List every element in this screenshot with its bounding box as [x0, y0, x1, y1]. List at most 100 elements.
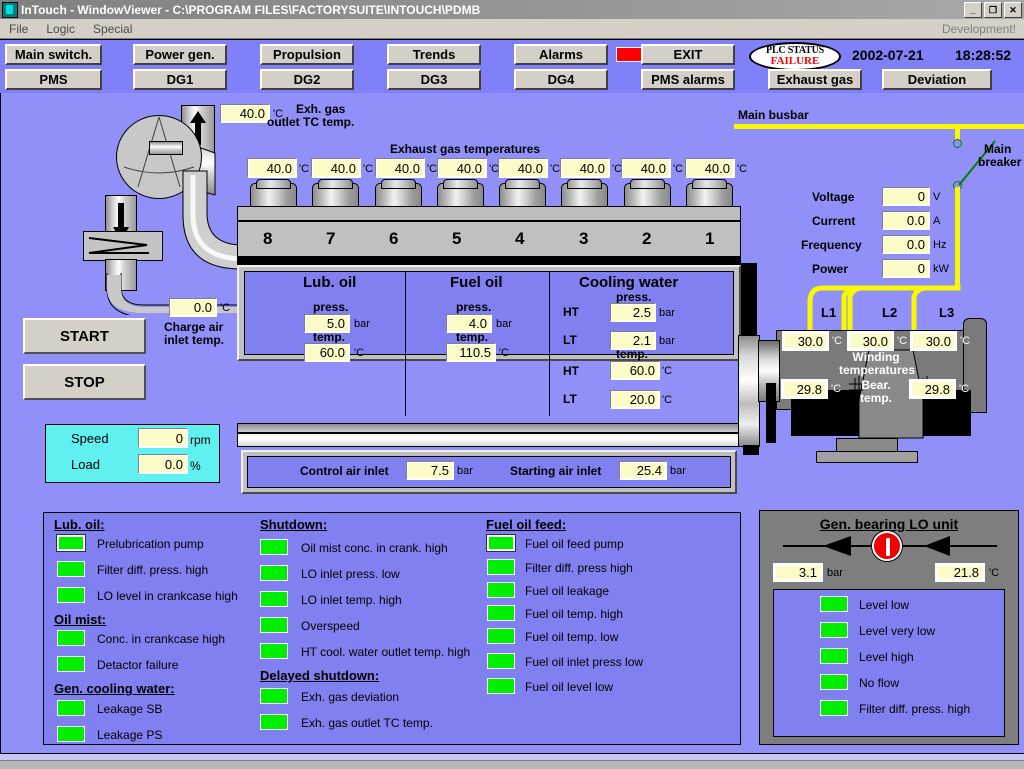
starting-air-unit: bar: [670, 465, 686, 477]
nav-button-propulsion[interactable]: Propulsion: [260, 44, 354, 65]
exh-temp-cyl6-unit: 'C: [427, 163, 438, 175]
exh-temp-cyl4-unit: 'C: [550, 163, 561, 175]
nav-button-pms-alarms[interactable]: PMS alarms: [641, 69, 735, 90]
main-breaker-label-2: breaker: [978, 155, 1022, 169]
indicator-fuel-oil-inlet-press-low[interactable]: [487, 653, 515, 669]
indicator-sd-overspeed[interactable]: [260, 617, 288, 633]
indicator-leakage-ps[interactable]: [57, 726, 85, 742]
nav-button-pms[interactable]: PMS: [5, 69, 102, 90]
cylinder-number-4: 4: [515, 229, 525, 248]
exh-temp-cyl6: 40.0: [375, 158, 425, 178]
indicator-label-lo-filter-diff-press-high: Filter diff. press. high: [97, 563, 209, 577]
indicator-label-lo-level-low: Level low: [859, 598, 910, 612]
indicator-detector-failure[interactable]: [57, 656, 85, 672]
indicator-fo-filter-diff-press-high[interactable]: [487, 559, 515, 575]
indicator-sd-lo-inlet-press-low[interactable]: [260, 565, 288, 581]
lub-oil-temp-value: 60.0: [304, 343, 350, 362]
indicator-dsd-exh-gas-deviation[interactable]: [260, 688, 288, 704]
nav-button-dg2[interactable]: DG2: [260, 69, 354, 90]
restore-icon[interactable]: ❐: [984, 2, 1002, 18]
nav-button-dg1[interactable]: DG1: [133, 69, 227, 90]
charge-air-label-2: inlet temp.: [164, 333, 225, 347]
phase-label-l1: L1: [821, 305, 837, 320]
indicator-fuel-oil-temp-high[interactable]: [487, 605, 515, 621]
indicator-sd-ht-water-outlet-temp-high[interactable]: [260, 643, 288, 659]
engine-upper-rail: [237, 206, 741, 221]
flow-arrow-right-icon: [924, 536, 950, 556]
nav-button-exit[interactable]: EXIT: [641, 44, 735, 65]
charge-air-temp-unit: 'C: [220, 302, 231, 314]
indicator-leakage-sb[interactable]: [57, 700, 85, 716]
frequency-value: 0.0: [882, 235, 930, 254]
winding-temps-label-2: temperatures: [838, 363, 916, 377]
indicator-label-lo-level-very-low: Level very low: [859, 624, 936, 638]
cw-temp-lt-label: LT: [563, 392, 577, 406]
coupling-shadow: [766, 383, 776, 443]
indicator-lo-no-flow[interactable]: [820, 674, 848, 690]
start-button[interactable]: START: [23, 318, 146, 354]
exh-temp-cyl4: 40.0: [498, 158, 548, 178]
media-divider-left: [405, 272, 406, 416]
menu-item-logic[interactable]: Logic: [37, 22, 84, 36]
menu-item-file[interactable]: File: [0, 22, 37, 36]
exh-temp-cyl7: 40.0: [311, 158, 361, 178]
indicator-lo-level-low[interactable]: [820, 596, 848, 612]
indicator-lo-level-very-low[interactable]: [820, 622, 848, 638]
lo-pump-running-icon: [872, 531, 902, 561]
indicator-sd-lo-inlet-temp-high[interactable]: [260, 591, 288, 607]
indicator-label-fuel-oil-level-low: Fuel oil level low: [525, 680, 614, 694]
flywheel: [738, 335, 760, 447]
indicator-label-sd-lo-inlet-temp-high: LO inlet temp. high: [301, 593, 402, 607]
cw-press-ht-value: 2.5: [610, 303, 656, 322]
indicator-oilmist-conc-crankcase-high[interactable]: [57, 630, 85, 646]
minimize-icon[interactable]: _: [964, 2, 982, 18]
indicator-fuel-oil-leakage[interactable]: [487, 582, 515, 598]
indicator-sd-oilmist-conc-high[interactable]: [260, 539, 288, 555]
indicator-fuel-oil-feed-pump[interactable]: [486, 534, 516, 552]
nav-button-dg4[interactable]: DG4: [514, 69, 608, 90]
tc-outlet-label-2: outlet TC temp.: [267, 115, 355, 129]
bearing-temp-label-2: temp.: [859, 391, 892, 405]
cylinder-top-6: [381, 179, 416, 189]
cylinder-top-5: [443, 179, 478, 189]
indicator-prelubrication-pump[interactable]: [56, 534, 86, 552]
nav-button-deviation[interactable]: Deviation: [882, 69, 992, 90]
indicator-lo-level-crankcase-high[interactable]: [57, 587, 85, 603]
engine-sump: [237, 433, 741, 447]
indicator-lo-filter-diff-press-high[interactable]: [57, 561, 85, 577]
cylinder-number-7: 7: [326, 229, 336, 248]
indicator-fuel-oil-level-low[interactable]: [487, 678, 515, 694]
close-icon[interactable]: ✕: [1004, 2, 1022, 18]
nav-button-alarms[interactable]: Alarms: [514, 44, 608, 65]
lub-oil-press-label: press.: [313, 300, 349, 314]
plc-status-badge: PLC STATUS FAILURE: [749, 42, 841, 71]
cw-press-lt-unit: bar: [659, 335, 675, 347]
charge-air-temp-value: 0.0: [169, 298, 217, 317]
fuel-oil-press-label: press.: [456, 300, 492, 314]
indicator-label-fuel-oil-inlet-press-low: Fuel oil inlet press low: [525, 655, 644, 669]
indicator-lo-level-high[interactable]: [820, 648, 848, 664]
lo-unit-pressure-value: 3.1: [773, 563, 823, 582]
indicator-fuel-oil-temp-low[interactable]: [487, 628, 515, 644]
indicator-dsd-exh-gas-outlet-tc-temp[interactable]: [260, 714, 288, 730]
nav-button-power-gen[interactable]: Power gen.: [133, 44, 227, 65]
nav-button-main-switchboard[interactable]: Main switch.: [5, 44, 102, 65]
intouch-windowviewer: InTouch - WindowViewer - C:\PROGRAM FILE…: [0, 0, 1024, 769]
stop-button[interactable]: STOP: [23, 364, 146, 400]
bearing-temp-nde-unit: 'C: [959, 383, 970, 395]
winding-temp-l1: 30.0: [782, 331, 829, 351]
winding-temp-l2-unit: 'C: [897, 335, 908, 347]
nav-button-dg3[interactable]: DG3: [387, 69, 481, 90]
flow-arrow-left-icon: [823, 536, 851, 556]
cylinder-number-2: 2: [642, 229, 652, 248]
menu-bar: File Logic Special Development!: [0, 19, 1024, 39]
exh-temp-cyl1: 40.0: [685, 158, 735, 178]
group-header-shutdown: Shutdown:: [260, 517, 328, 532]
menu-item-special[interactable]: Special: [84, 22, 141, 36]
nav-button-trends[interactable]: Trends: [387, 44, 481, 65]
indicator-lo-filter-diff-press-high-unit[interactable]: [820, 700, 848, 716]
load-unit: %: [190, 459, 201, 473]
indicator-label-sd-overspeed: Overspeed: [301, 619, 360, 633]
nav-button-exhaust-gas[interactable]: Exhaust gas: [768, 69, 862, 90]
group-header-lub-oil: Lub. oil:: [54, 517, 105, 532]
